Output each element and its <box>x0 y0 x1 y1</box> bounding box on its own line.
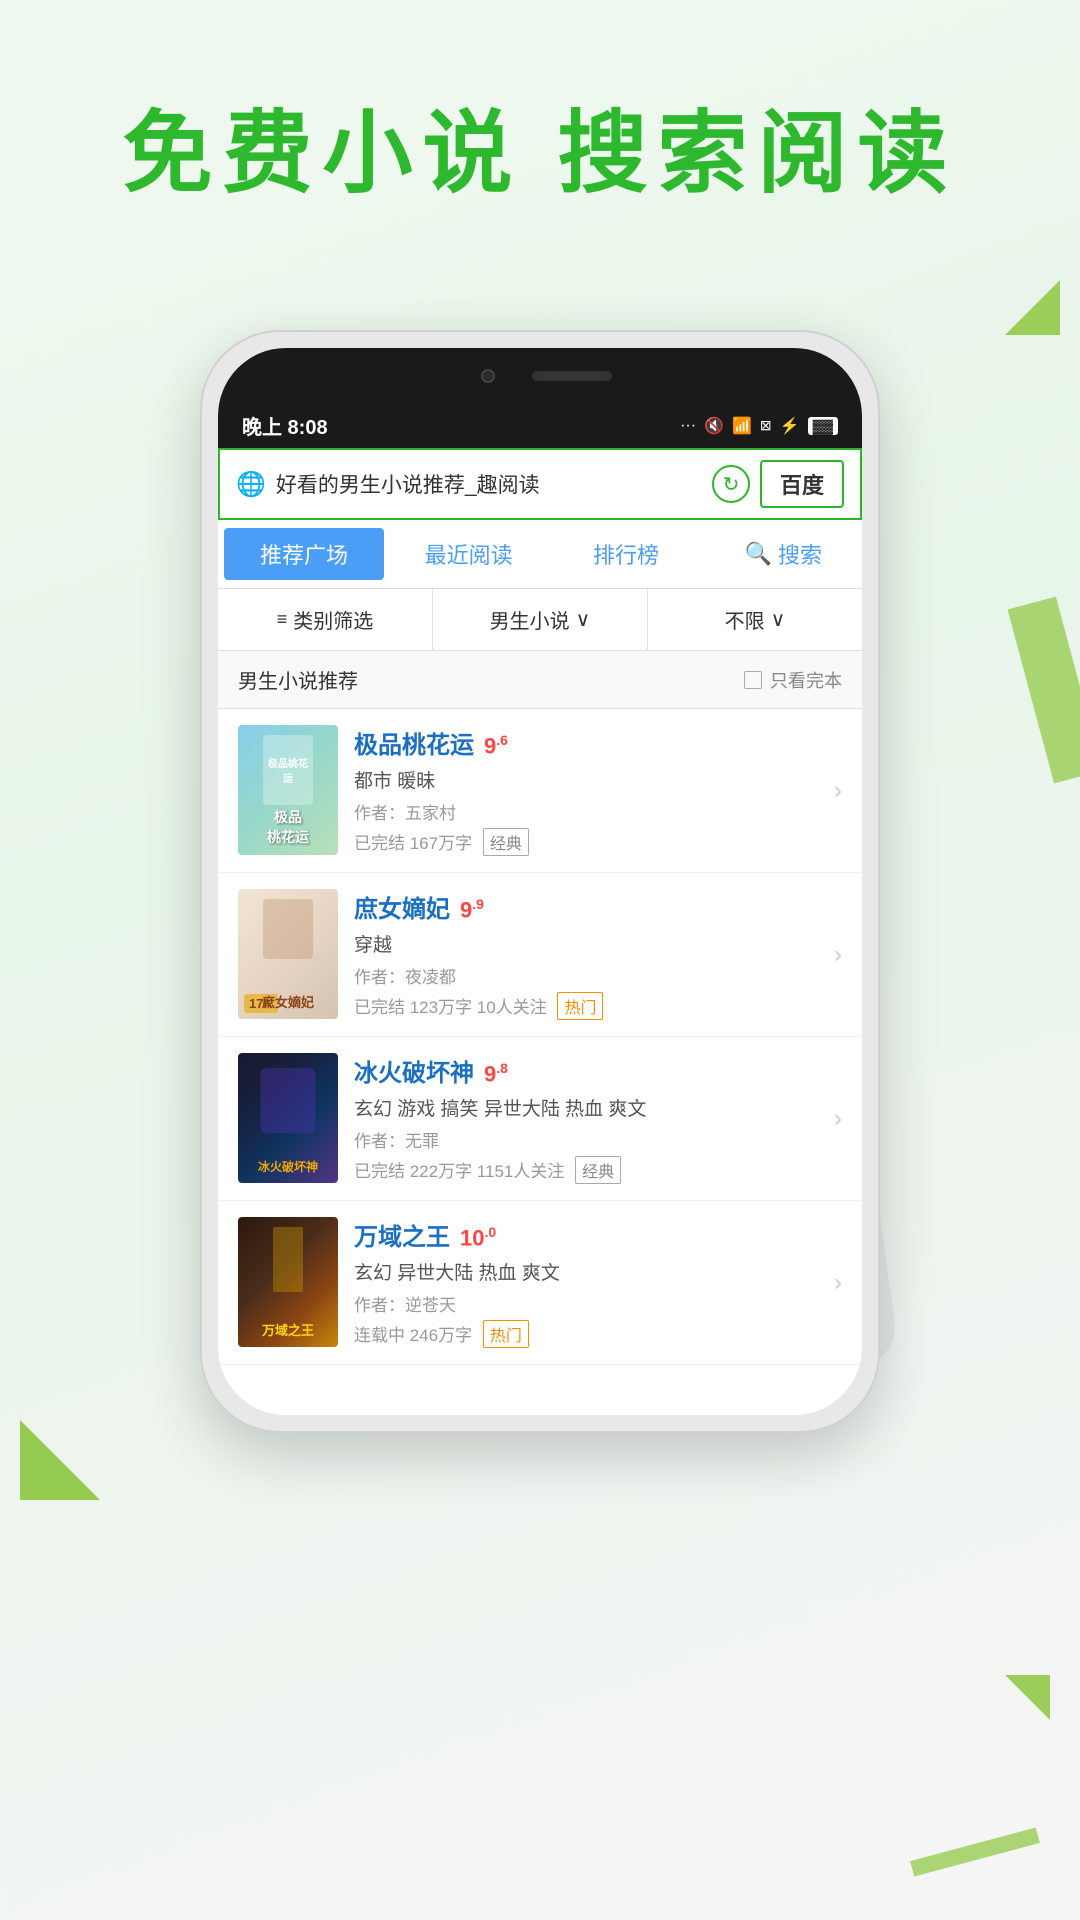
book-stats-4: 连载中 246万字 热门 <box>354 1320 842 1348</box>
phone-outer: 晚上 8:08 ··· 🔇 📶 ⊠ ⚡ ▓▓ 🌐 好看的男生小说推荐_趣阅读 ↻… <box>200 330 880 1433</box>
nav-tabs: 推荐广场 最近阅读 排行榜 🔍 搜索 <box>218 520 862 589</box>
book-author-3: 作者：无罪 <box>354 1127 842 1152</box>
search-icon: 🔍 <box>745 541 772 567</box>
book-genre-4: 玄幻 异世大陆 热血 爽文 <box>354 1258 842 1285</box>
book-info-1: 极品桃花运 9.6 都市 暖昧 作者：五家村 已完结 167万字 经典 <box>354 725 842 856</box>
arrow-icon-4: › <box>834 1269 842 1297</box>
wifi-icon: 📶 <box>732 416 752 436</box>
battery-icon: ⚡ <box>780 416 800 436</box>
front-camera <box>481 369 495 383</box>
book-info-4: 万域之王 10.0 玄幻 异世大陆 热血 爽文 作者：逆苍天 连载中 246万字… <box>354 1217 842 1348</box>
book-stats-1: 已完结 167万字 经典 <box>354 828 842 856</box>
book-genre-3: 玄幻 游戏 搞笑 异世大陆 热血 爽文 <box>354 1094 842 1121</box>
book-item-4[interactable]: 万域之王 10.0 玄幻 异世大陆 热血 爽文 作者：逆苍天 连载中 246万字… <box>218 1201 862 1365</box>
book-author-1: 作者：五家村 <box>354 799 842 824</box>
signal-icon: ··· <box>680 417 696 435</box>
book-tag-1: 经典 <box>483 828 529 856</box>
section-header: 男生小说推荐 只看完本 <box>218 651 862 709</box>
deco-stripe-bottom-right <box>910 1827 1040 1876</box>
baidu-button[interactable]: 百度 <box>760 460 844 508</box>
book-cover-2: 17K <box>238 889 338 1019</box>
url-text[interactable]: 好看的男生小说推荐_趣阅读 <box>276 469 702 499</box>
phone-inner: 晚上 8:08 ··· 🔇 📶 ⊠ ⚡ ▓▓ 🌐 好看的男生小说推荐_趣阅读 ↻… <box>218 348 862 1415</box>
book-rating-1: 9.6 <box>484 732 508 759</box>
browser-bar[interactable]: 🌐 好看的男生小说推荐_趣阅读 ↻ 百度 <box>218 448 862 520</box>
arrow-icon-3: › <box>834 1105 842 1133</box>
book-list: 极品桃花运 极品桃花运 9.6 都市 暖昧 作者：五家村 已完结 167万字 经… <box>218 709 862 1365</box>
sim-icon: ⊠ <box>760 417 772 434</box>
book-rating-4: 10.0 <box>460 1224 496 1251</box>
book-stats-3: 已完结 222万字 1151人关注 经典 <box>354 1156 842 1184</box>
chevron-down-icon-2: ∨ <box>771 607 786 632</box>
complete-filter[interactable]: 只看完本 <box>744 667 842 693</box>
battery-bar: ▓▓ <box>808 417 838 435</box>
tab-recommend[interactable]: 推荐广场 <box>224 528 384 580</box>
book-rating-3: 9.8 <box>484 1060 508 1087</box>
book-title-text-3: 冰火破坏神 <box>354 1053 474 1088</box>
book-title-text-2: 庶女嫡妃 <box>354 889 450 924</box>
book-title-text-4: 万域之王 <box>354 1217 450 1252</box>
phone-mockup: 晚上 8:08 ··· 🔇 📶 ⊠ ⚡ ▓▓ 🌐 好看的男生小说推荐_趣阅读 ↻… <box>200 330 880 1433</box>
chevron-down-icon: ∨ <box>576 607 591 632</box>
filter-limit[interactable]: 不限 ∨ <box>648 589 862 650</box>
mute-icon: 🔇 <box>704 416 724 436</box>
menu-icon: ≡ <box>277 609 288 630</box>
refresh-icon: ↻ <box>723 472 740 497</box>
arrow-icon-1: › <box>834 777 842 805</box>
book-stats-2: 已完结 123万字 10人关注 热门 <box>354 992 842 1020</box>
book-genre-1: 都市 暖昧 <box>354 766 842 793</box>
status-time: 晚上 8:08 <box>242 411 328 440</box>
filter-bar: ≡ 类别筛选 男生小说 ∨ 不限 ∨ <box>218 589 862 651</box>
book-cover-4 <box>238 1217 338 1347</box>
book-genre-2: 穿越 <box>354 930 842 957</box>
book-item-2[interactable]: 17K 庶女嫡妃 9.9 穿越 作者：夜凌都 已完结 123万字 10人关注 热… <box>218 873 862 1037</box>
book-title-row-4: 万域之王 10.0 <box>354 1217 842 1252</box>
arrow-icon-2: › <box>834 941 842 969</box>
filter-category[interactable]: ≡ 类别筛选 <box>218 589 433 650</box>
phone-notch <box>218 348 862 403</box>
book-info-3: 冰火破坏神 9.8 玄幻 游戏 搞笑 异世大陆 热血 爽文 作者：无罪 已完结 … <box>354 1053 842 1184</box>
book-title-text-1: 极品桃花运 <box>354 725 474 760</box>
book-author-4: 作者：逆苍天 <box>354 1291 842 1316</box>
book-info-2: 庶女嫡妃 9.9 穿越 作者：夜凌都 已完结 123万字 10人关注 热门 <box>354 889 842 1020</box>
book-title-row-3: 冰火破坏神 9.8 <box>354 1053 842 1088</box>
book-item-3[interactable]: 冰火破坏神 9.8 玄幻 游戏 搞笑 异世大陆 热血 爽文 作者：无罪 已完结 … <box>218 1037 862 1201</box>
book-item-1[interactable]: 极品桃花运 极品桃花运 9.6 都市 暖昧 作者：五家村 已完结 167万字 经… <box>218 709 862 873</box>
tab-search[interactable]: 🔍 搜索 <box>705 522 862 586</box>
deco-stripe-top-right <box>1008 597 1080 784</box>
badge-17k: 17K <box>244 994 278 1013</box>
deco-triangle-bottom-right <box>1005 1675 1050 1720</box>
speaker <box>532 371 612 381</box>
book-tag-4: 热门 <box>483 1320 529 1348</box>
hero-title: 免费小说 搜索阅读 <box>0 80 1080 210</box>
book-title-row-1: 极品桃花运 9.6 <box>354 725 842 760</box>
deco-triangle-top-right <box>1005 280 1060 335</box>
tab-rank[interactable]: 排行榜 <box>547 522 704 586</box>
phone-bottom <box>218 1365 862 1415</box>
book-rating-2: 9.9 <box>460 896 484 923</box>
tab-recent[interactable]: 最近阅读 <box>390 522 547 586</box>
status-icons: ··· 🔇 📶 ⊠ ⚡ ▓▓ <box>680 416 838 436</box>
book-author-2: 作者：夜凌都 <box>354 963 842 988</box>
book-cover-1: 极品桃花运 <box>238 725 338 855</box>
book-tag-2: 热门 <box>557 992 603 1020</box>
globe-icon: 🌐 <box>236 470 266 499</box>
status-bar: 晚上 8:08 ··· 🔇 📶 ⊠ ⚡ ▓▓ <box>218 403 862 448</box>
section-title: 男生小说推荐 <box>238 665 358 694</box>
refresh-button[interactable]: ↻ <box>712 465 750 503</box>
book-cover-3 <box>238 1053 338 1183</box>
filter-gender[interactable]: 男生小说 ∨ <box>433 589 648 650</box>
book-title-row-2: 庶女嫡妃 9.9 <box>354 889 842 924</box>
book-tag-3: 经典 <box>575 1156 621 1184</box>
deco-triangle-left <box>20 1420 100 1500</box>
checkbox-icon[interactable] <box>744 671 762 689</box>
